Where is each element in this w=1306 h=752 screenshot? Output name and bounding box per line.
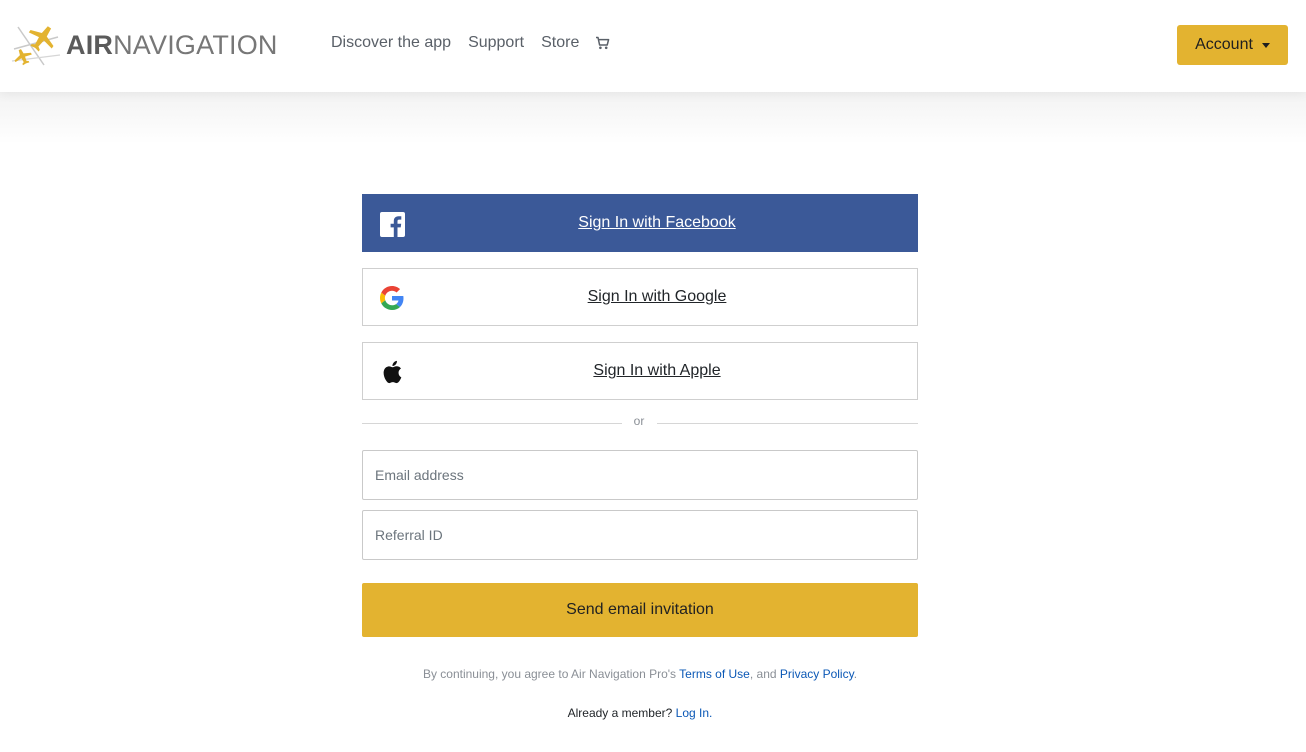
sign-in-apple-button[interactable]: Sign In with Apple [362,342,918,400]
legal-notice: By continuing, you agree to Air Navigati… [362,667,918,681]
logo-wordmark: AIRNAVIGATION [66,29,278,60]
referral-id-field[interactable] [362,510,918,560]
sign-in-facebook-button[interactable]: Sign In with Facebook [362,194,918,252]
send-email-invitation-button[interactable]: Send email invitation [362,583,918,637]
nav-support[interactable]: Support [468,34,524,52]
top-navbar: AIRNAVIGATION Discover the app Support S… [0,0,1306,92]
divider-line-right [657,423,918,424]
airplanes-logo-icon [11,26,61,66]
log-in-link[interactable]: Log In. [676,706,713,720]
legal-end-text: . [853,667,858,681]
logo-text-navigation: NAVIGATION [113,29,278,60]
apple-icon [379,359,405,385]
member-prefix-text: Already a member? [567,706,673,720]
main-nav: Discover the app Support Store [331,34,610,52]
nav-store[interactable]: Store [541,34,579,52]
nav-discover-the-app[interactable]: Discover the app [331,34,451,52]
account-dropdown-button[interactable]: Account [1177,25,1288,65]
legal-prefix-text: By continuing, you agree to Air Navigati… [422,667,677,681]
terms-of-use-link[interactable]: Terms of Use [679,667,750,681]
facebook-label: Sign In with Facebook [578,214,736,231]
header-shadow-band [0,92,1306,144]
apple-label: Sign In with Apple [593,362,721,379]
already-member-notice: Already a member? Log In. [362,706,918,720]
google-icon [379,285,405,311]
sign-in-google-button[interactable]: Sign In with Google [362,268,918,326]
account-label: Account [1195,36,1253,53]
google-label: Sign In with Google [587,288,727,305]
divider-or-text: or [633,414,645,428]
airnavigation-logo[interactable]: AIRNAVIGATION [10,18,295,72]
facebook-icon [379,211,405,237]
logo-text-air: AIR [66,29,114,60]
divider-line-left [362,423,622,424]
privacy-policy-link[interactable]: Privacy Policy [780,667,854,681]
shopping-cart-icon[interactable] [594,35,610,51]
email-address-field[interactable] [362,450,918,500]
caret-down-icon [1261,42,1270,48]
legal-and-text: , and [749,667,777,681]
